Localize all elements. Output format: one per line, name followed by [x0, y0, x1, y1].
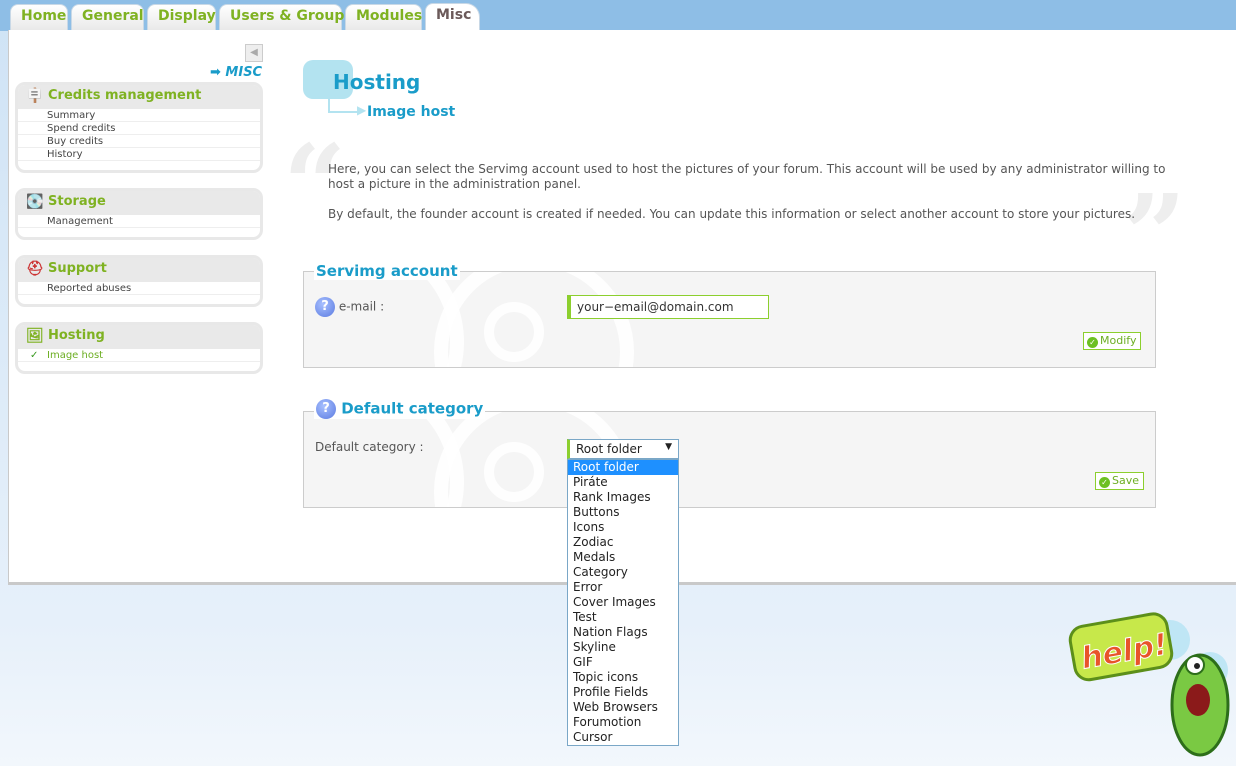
item-label: Image host [47, 350, 104, 361]
help-icon[interactable]: ? [316, 399, 336, 419]
box-title: Credits management [48, 88, 202, 103]
page-title: Hosting [333, 70, 421, 94]
email-field[interactable] [567, 295, 769, 319]
intro-paragraph: By default, the founder account is creat… [328, 207, 1136, 221]
tab-home[interactable]: Home [10, 4, 68, 31]
swirl-decoration [484, 302, 544, 362]
arrow-icon: ▶ [357, 103, 367, 117]
serving-account-legend: Servimg account [314, 262, 460, 280]
top-tab-bar: Home General Display Users & Groups Modu… [0, 0, 1236, 31]
help-icon[interactable]: ? [315, 297, 335, 317]
sidebar-section-label: ➡ MISC [210, 65, 263, 80]
collapse-sidebar-button[interactable]: ◀ [245, 44, 263, 62]
dropdown-option[interactable]: Nation Flags [568, 625, 678, 640]
intro-paragraph: Here, you can select the Servimg account… [328, 162, 1166, 191]
dropdown-option[interactable]: Medals [568, 550, 678, 565]
check-circle-icon: ✓ [1087, 337, 1098, 348]
sidebar-item-spend-credits[interactable]: Spend credits [18, 122, 260, 135]
sidebar-item-image-host[interactable]: ✓ Image host [18, 349, 260, 362]
sidebar-item-management[interactable]: Management [18, 215, 260, 228]
dropdown-option[interactable]: Forumotion [568, 715, 678, 730]
legend-text: Default category [341, 399, 484, 418]
modify-label: Modify [1100, 334, 1137, 347]
dropdown-option[interactable]: GIF [568, 655, 678, 670]
tab-display[interactable]: Display [147, 4, 216, 31]
sidebar-box-credits: 🪧 Credits management Summary Spend credit… [15, 82, 263, 173]
sidebar-item-buy-credits[interactable]: Buy credits [18, 135, 260, 148]
sidebar-item-summary[interactable]: Summary [18, 109, 260, 122]
dropdown-option[interactable]: Rank Images [568, 490, 678, 505]
lifebuoy-icon: ⛑ [26, 261, 44, 277]
swirl-decoration [484, 442, 544, 502]
dropdown-option[interactable]: Zodiac [568, 535, 678, 550]
tab-users-groups[interactable]: Users & Groups [219, 4, 353, 31]
dropdown-option[interactable]: Buttons [568, 505, 678, 520]
dropdown-option[interactable]: Icons [568, 520, 678, 535]
default-category-legend: ? Default category [314, 399, 486, 419]
dropdown-option[interactable]: Root folder [568, 460, 678, 475]
check-circle-icon: ✓ [1099, 477, 1110, 488]
dropdown-option[interactable]: Error [568, 580, 678, 595]
selected-value: Root folder [576, 442, 642, 456]
dropdown-option[interactable]: Topic icons [568, 670, 678, 685]
default-category-fieldset [303, 411, 1156, 508]
tab-modules[interactable]: Modules [345, 4, 422, 31]
sidebar-item-reported-abuses[interactable]: Reported abuses [18, 282, 260, 295]
dropdown-option[interactable]: Skyline [568, 640, 678, 655]
dropdown-option[interactable]: Cover Images [568, 595, 678, 610]
hard-drive-icon: 💽 [26, 194, 44, 210]
dropdown-option[interactable]: Cursor [568, 730, 678, 745]
page-subtitle: Image host [367, 104, 456, 120]
check-icon: ✓ [30, 350, 39, 361]
dropdown-option[interactable]: Category [568, 565, 678, 580]
sidebar-box-support: ⛑ Support Reported abuses [15, 255, 263, 307]
dropdown-option[interactable]: Piráte [568, 475, 678, 490]
header-connector [328, 99, 358, 113]
dropdown-option[interactable]: Web Browsers [568, 700, 678, 715]
save-label: Save [1112, 474, 1140, 487]
dropdown-option[interactable]: Profile Fields [568, 685, 678, 700]
box-title: Support [48, 261, 107, 276]
sidebar-box-hosting: 🖼 Hosting ✓ Image host [15, 322, 263, 374]
default-category-select[interactable]: Root folder ▼ [567, 439, 679, 459]
category-dropdown-list: Root folder Piráte Rank Images Buttons Icons… [567, 459, 679, 746]
tab-general[interactable]: General [71, 4, 144, 31]
save-button[interactable]: ✓ Save [1095, 472, 1145, 490]
help-mascot[interactable]: help! [1050, 600, 1236, 766]
sidebar-box-storage: 💽 Storage Management [15, 188, 263, 240]
default-category-label: Default category : [315, 440, 424, 454]
box-title: Hosting [48, 328, 105, 343]
box-title: Storage [48, 194, 106, 209]
dropdown-option[interactable]: Test [568, 610, 678, 625]
dropdown-arrow-icon: ▼ [665, 442, 672, 452]
section-label-text: MISC [225, 65, 263, 80]
modify-button[interactable]: ✓ Modify [1083, 332, 1142, 350]
sign-icon: 🪧 [26, 88, 44, 104]
email-label-text: e-mail : [338, 299, 385, 314]
email-label: ? e-mail : [315, 297, 384, 317]
images-icon: 🖼 [26, 328, 44, 344]
serving-account-fieldset [303, 271, 1156, 368]
sidebar-item-history[interactable]: History [18, 148, 260, 161]
tab-misc[interactable]: Misc [425, 3, 480, 31]
